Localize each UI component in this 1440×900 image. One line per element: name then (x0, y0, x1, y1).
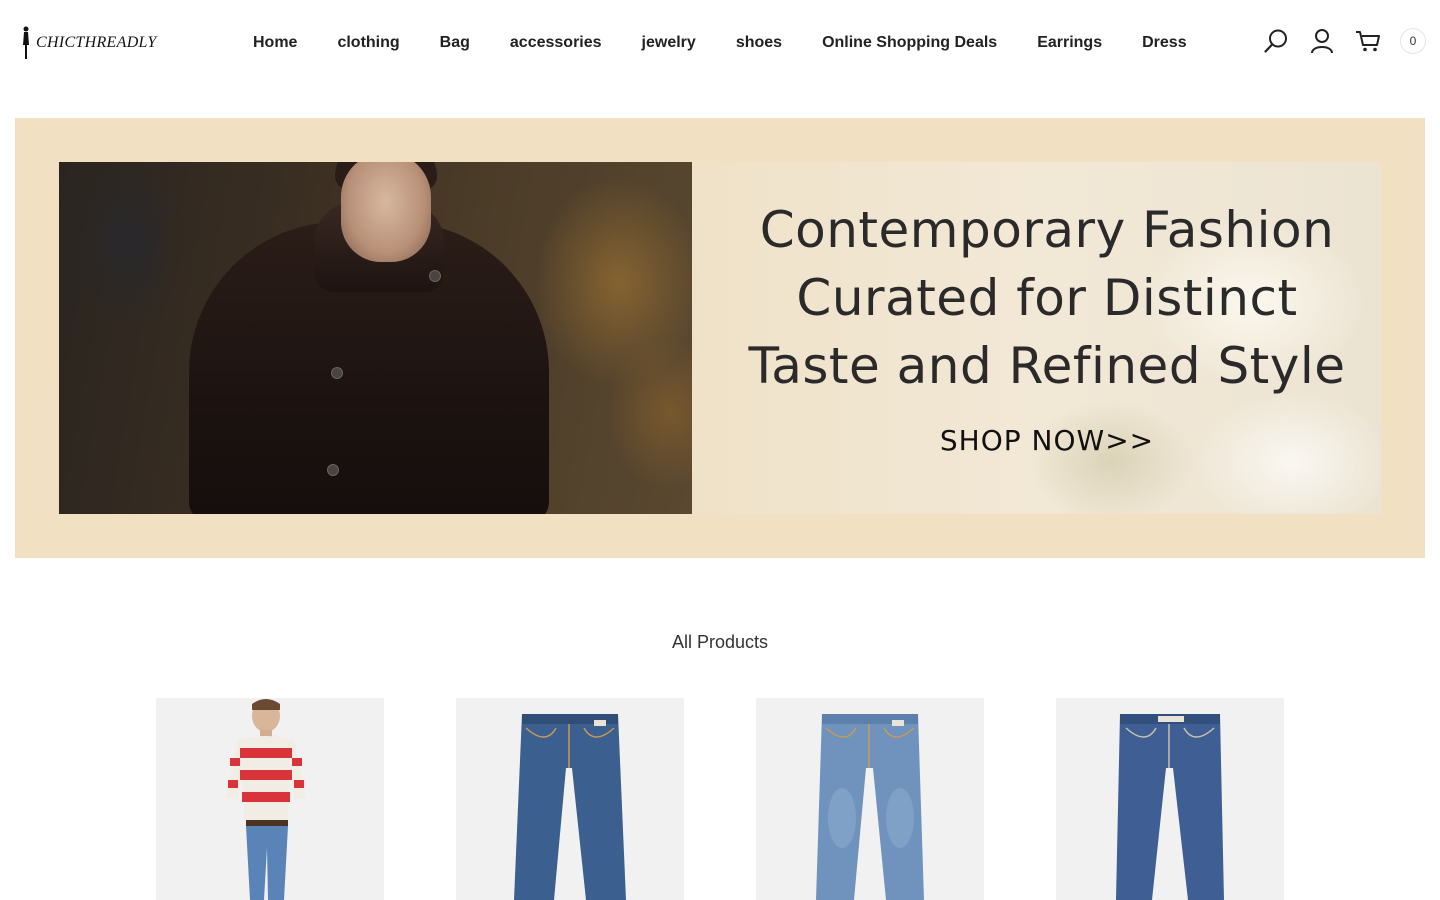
product-card-striped-sweater[interactable] (156, 698, 384, 900)
product-image-dark-wash-jeans (514, 714, 626, 900)
section-title-all-products: All Products (671, 632, 769, 652)
cart-button[interactable] (1354, 27, 1382, 55)
product-card-dark-jeans[interactable] (456, 698, 684, 900)
nav-online-shopping-deals[interactable]: Online Shopping Deals (822, 34, 997, 52)
site-logo[interactable]: CHICTHREADLY (20, 24, 157, 62)
product-card-light-jeans[interactable] (756, 698, 984, 900)
hero-headline-line-2: Curated for Distinct (796, 269, 1298, 327)
hero-headline-line-1: Contemporary Fashion (759, 201, 1335, 259)
hero-photo-man-in-coat (59, 162, 692, 514)
hero-headline-line-3: Taste and Refined Style (748, 337, 1346, 395)
nav-accessories[interactable]: accessories (510, 34, 602, 52)
nav-earrings[interactable]: Earrings (1037, 34, 1102, 52)
nav-home[interactable]: Home (253, 34, 297, 52)
nav-bag[interactable]: Bag (440, 34, 470, 52)
user-icon (1311, 29, 1333, 54)
nav-clothing[interactable]: clothing (337, 34, 399, 52)
product-card-medium-jeans[interactable] (1056, 698, 1284, 900)
nav-dress[interactable]: Dress (1142, 34, 1186, 52)
logo-figure-icon (23, 26, 29, 59)
product-image-medium-wash-jeans (1116, 714, 1224, 900)
account-button[interactable] (1308, 27, 1336, 55)
hero-banner: Contemporary Fashion Curated for Distinc… (15, 118, 1425, 558)
nav-shoes[interactable]: shoes (736, 34, 782, 52)
hero-copy-area: Contemporary Fashion Curated for Distinc… (692, 162, 1381, 514)
hero-banner-link[interactable]: Contemporary Fashion Curated for Distinc… (59, 162, 1381, 514)
logo-text: CHICTHREADLY (36, 34, 157, 51)
product-image-light-wash-jeans (816, 714, 924, 900)
header-tools: 0 (1262, 27, 1426, 55)
product-image-sweater-model (226, 699, 306, 900)
shop-now-link[interactable]: SHOP NOW>> (692, 424, 1381, 457)
main-nav: Home clothing Bag accessories jewelry sh… (253, 30, 1187, 56)
nav-jewelry[interactable]: jewelry (642, 34, 696, 52)
cart-icon (1356, 31, 1380, 52)
site-header: CHICTHREADLY Home clothing Bag accessori… (0, 0, 1440, 86)
search-icon (1264, 29, 1287, 53)
hero-headline: Contemporary Fashion Curated for Distinc… (692, 196, 1381, 400)
search-button[interactable] (1262, 27, 1290, 55)
cart-count-badge[interactable]: 0 (1400, 28, 1426, 54)
